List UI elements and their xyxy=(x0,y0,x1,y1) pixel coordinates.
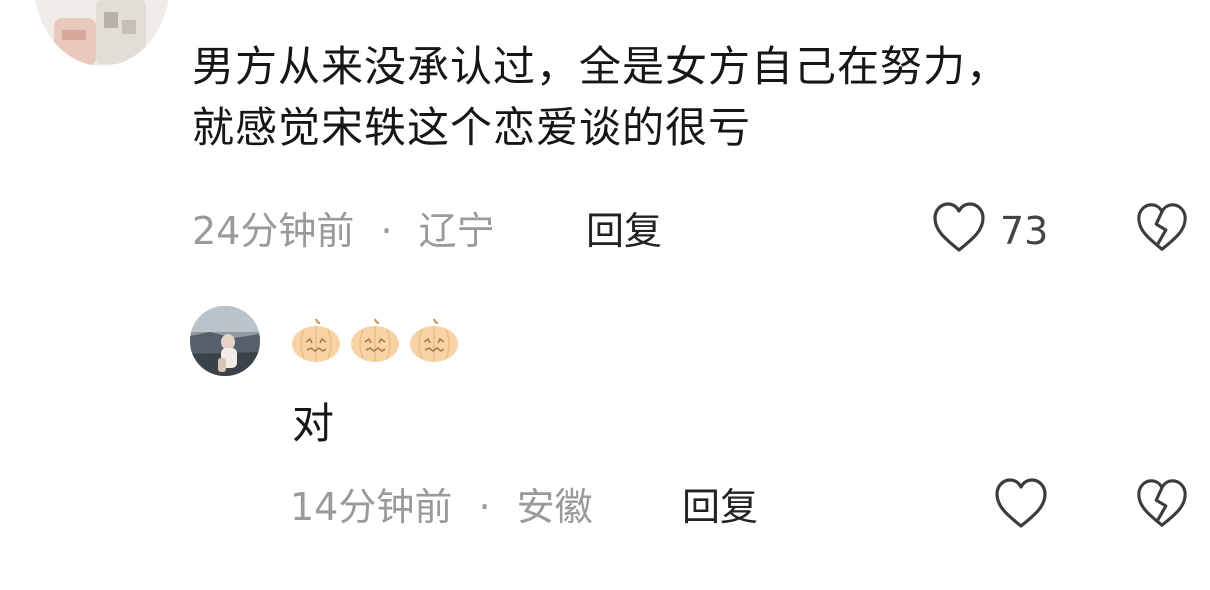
pumpkin-emoji-icon xyxy=(410,318,458,362)
dislike-button[interactable] xyxy=(1134,476,1190,536)
like-count: 73 xyxy=(1000,209,1049,253)
like-button[interactable] xyxy=(992,476,1050,536)
avatar-image xyxy=(34,0,170,66)
username[interactable] xyxy=(290,316,460,364)
avatar-image xyxy=(190,306,260,376)
comment-text-line: 男方从来没承认过，全是女方自己在努力， xyxy=(192,42,1010,91)
heart-outline-icon xyxy=(933,202,985,252)
like-button[interactable] xyxy=(930,200,988,260)
broken-heart-icon xyxy=(1137,479,1187,527)
reply-comment-meta: 14分钟前 · 安徽 xyxy=(290,484,593,530)
location: 安徽 xyxy=(516,485,593,529)
reply-button[interactable]: 回复 xyxy=(586,208,662,254)
timestamp: 14分钟前 xyxy=(290,485,453,529)
separator-dot: · xyxy=(380,209,393,253)
reply-button[interactable]: 回复 xyxy=(682,484,758,530)
heart-outline-icon xyxy=(995,478,1047,528)
comment-text-line: 就感觉宋轶这个恋爱谈的很亏 xyxy=(192,103,752,152)
location: 辽宁 xyxy=(418,209,495,253)
avatar[interactable] xyxy=(34,0,170,66)
reply-avatar[interactable] xyxy=(190,306,260,376)
reply-comment-text: 对 xyxy=(292,399,335,448)
broken-heart-icon xyxy=(1137,203,1187,251)
comment-meta: 24分钟前 · 辽宁 xyxy=(192,208,495,254)
pumpkin-emoji-icon xyxy=(292,318,340,362)
dislike-button[interactable] xyxy=(1134,200,1190,260)
separator-dot: · xyxy=(478,485,491,529)
comment-text: 男方从来没承认过，全是女方自己在努力， 就感觉宋轶这个恋爱谈的很亏 xyxy=(192,36,1192,158)
timestamp: 24分钟前 xyxy=(192,209,355,253)
pumpkin-emoji-icon xyxy=(351,318,399,362)
